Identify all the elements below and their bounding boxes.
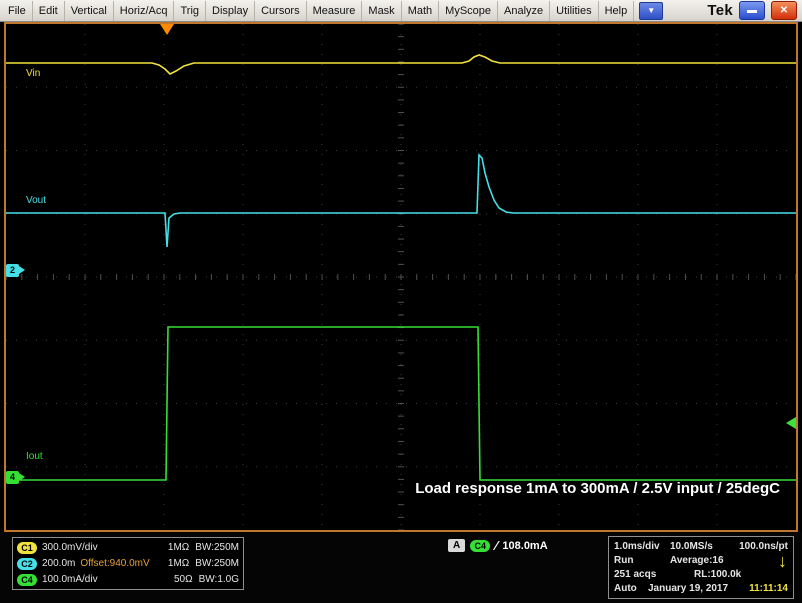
- channel-readouts[interactable]: C1 300.0mV/div 1MΩ BW:250M C2 200.0m Off…: [12, 537, 244, 590]
- trigger-readout[interactable]: A C4 ∕ 108.0mA: [448, 538, 548, 553]
- trigger-level-value: 108.0mA: [502, 540, 547, 552]
- graticule-grid: [6, 24, 796, 530]
- channel4-scale: 100.0mA/div: [42, 574, 112, 585]
- trigger-a-badge: A: [448, 539, 465, 552]
- channel2-bandwidth: BW:250M: [195, 558, 239, 569]
- menu-dropdown-button[interactable]: ▼: [639, 2, 663, 20]
- timebase-value: 1.0ms/div: [614, 541, 670, 552]
- menu-item-math[interactable]: Math: [402, 1, 439, 21]
- channel1-readout[interactable]: C1 300.0mV/div 1MΩ BW:250M: [17, 540, 239, 555]
- titlebar-right: Tek ▬ ✕: [707, 1, 802, 20]
- arrow-down-icon: ↓: [778, 552, 787, 570]
- menu-item-mask[interactable]: Mask: [362, 1, 401, 21]
- minimize-icon: ▬: [747, 6, 757, 16]
- menu-bar: File Edit Vertical Horiz/Acq Trig Displa…: [0, 0, 802, 22]
- acquisition-count: 251 acqs: [614, 569, 694, 580]
- oscilloscope-window: { "menu": { "items": ["File","Edit","Ver…: [0, 0, 802, 603]
- menu-item-edit[interactable]: Edit: [33, 1, 65, 21]
- arrow-right-icon: [19, 473, 25, 481]
- channel2-impedance: 1MΩ: [168, 558, 189, 569]
- channel2-marker-label: 2: [6, 264, 19, 277]
- channel2-scale: 200.0m: [42, 558, 75, 569]
- channel1-badge[interactable]: C1: [17, 542, 37, 554]
- menu-item-utilities[interactable]: Utilities: [550, 1, 598, 21]
- trace-label-vin: Vin: [26, 68, 40, 79]
- channel2-position-marker[interactable]: 2: [6, 263, 25, 277]
- annotation-text: Load response 1mA to 300mA / 2.5V input …: [415, 480, 780, 497]
- channel4-badge[interactable]: C4: [17, 574, 37, 586]
- channel2-badge[interactable]: C2: [17, 558, 37, 570]
- minimize-button[interactable]: ▬: [739, 1, 765, 20]
- horizontal-acquisition-readout[interactable]: 1.0ms/div 10.0MS/s 100.0ns/pt Run Averag…: [608, 536, 794, 599]
- trigger-source-badge: C4: [470, 540, 490, 552]
- menu-item-measure[interactable]: Measure: [307, 1, 363, 21]
- menu-item-horiz-acq[interactable]: Horiz/Acq: [114, 1, 175, 21]
- channel1-scale: 300.0mV/div: [42, 542, 112, 553]
- date-value: January 19, 2017: [648, 583, 728, 594]
- average-value: Average:16: [670, 555, 724, 566]
- arrow-right-icon: [19, 266, 25, 274]
- chevron-down-icon: ▼: [647, 6, 655, 15]
- resolution-value: 100.0ns/pt: [732, 541, 788, 552]
- menu-item-vertical[interactable]: Vertical: [65, 1, 114, 21]
- channel4-bandwidth: BW:1.0G: [199, 574, 239, 585]
- menu-item-help[interactable]: Help: [599, 1, 635, 21]
- channel2-readout[interactable]: C2 200.0m Offset:940.0mV 1MΩ BW:250M: [17, 556, 239, 571]
- channel4-position-marker[interactable]: 4: [6, 470, 25, 484]
- tek-logo: Tek: [707, 2, 733, 19]
- close-button[interactable]: ✕: [771, 1, 797, 20]
- acquisition-state: Run: [614, 555, 670, 566]
- status-bar: C1 300.0mV/div 1MΩ BW:250M C2 200.0m Off…: [0, 532, 802, 603]
- channel4-marker-label: 4: [6, 471, 19, 484]
- waveform-svg: [6, 24, 796, 530]
- channel1-impedance: 1MΩ: [168, 542, 189, 553]
- menu-item-myscope[interactable]: MyScope: [439, 1, 498, 21]
- waveform-display: Vin Vout Iout 2 4 Load response 1mA to 3…: [4, 22, 798, 532]
- channel2-offset: Offset:940.0mV: [80, 558, 149, 569]
- close-icon: ✕: [780, 6, 788, 16]
- menu-item-cursors[interactable]: Cursors: [255, 1, 307, 21]
- sample-rate-value: 10.0MS/s: [670, 541, 732, 552]
- time-value: 11:11:14: [728, 583, 788, 594]
- trace-label-iout: Iout: [26, 451, 43, 462]
- channel4-impedance: 50Ω: [174, 574, 193, 585]
- trigger-position-marker[interactable]: [160, 24, 174, 35]
- menu-item-analyze[interactable]: Analyze: [498, 1, 550, 21]
- trigger-level-marker[interactable]: [786, 417, 796, 429]
- menu-item-trig[interactable]: Trig: [174, 1, 206, 21]
- trigger-mode: Auto: [614, 583, 648, 594]
- rising-edge-icon: ∕: [495, 538, 497, 553]
- channel1-bandwidth: BW:250M: [195, 542, 239, 553]
- record-length-value: RL:100.0k: [694, 569, 741, 580]
- menu-item-display[interactable]: Display: [206, 1, 255, 21]
- trace-label-vout: Vout: [26, 195, 46, 206]
- channel4-readout[interactable]: C4 100.0mA/div 50Ω BW:1.0G: [17, 572, 239, 587]
- menu-item-file[interactable]: File: [2, 1, 33, 21]
